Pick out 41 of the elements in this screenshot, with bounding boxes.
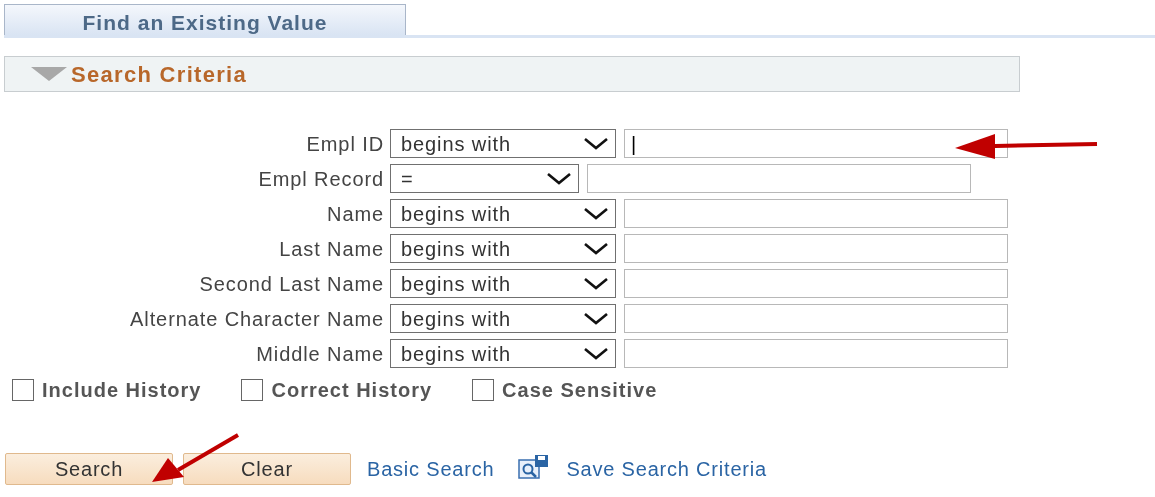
chevron-down-icon xyxy=(583,311,609,326)
chevron-down-icon xyxy=(583,241,609,256)
operator-dropdown[interactable]: begins with xyxy=(390,234,616,263)
checkbox[interactable] xyxy=(241,379,264,401)
chevron-down-icon xyxy=(583,206,609,221)
field-label: Alternate Character Name xyxy=(129,306,385,332)
text-input[interactable] xyxy=(624,304,1008,333)
field-label: Middle Name xyxy=(255,341,385,367)
operator-dropdown[interactable]: begins with xyxy=(390,129,616,158)
checkbox-label: Correct History xyxy=(271,378,433,403)
chevron-down-icon xyxy=(583,276,609,291)
chevron-down-icon xyxy=(583,136,609,151)
basic-search-link[interactable]: Basic Search xyxy=(367,454,495,484)
text-input[interactable]: | xyxy=(624,129,1008,158)
field-label: Last Name xyxy=(278,236,385,262)
operator-dropdown[interactable]: begins with xyxy=(390,304,616,333)
operator-dropdown[interactable]: begins with xyxy=(390,339,616,368)
text-input[interactable] xyxy=(624,269,1008,298)
chevron-down-icon xyxy=(546,171,572,186)
chevron-down-icon xyxy=(583,346,609,361)
section-title: Search Criteria xyxy=(71,60,248,89)
text-input[interactable] xyxy=(624,234,1008,263)
checkbox-label: Case Sensitive xyxy=(502,378,658,403)
operator-dropdown[interactable]: begins with xyxy=(390,269,616,298)
checkbox[interactable] xyxy=(472,379,495,401)
field-label: Empl ID xyxy=(305,131,385,157)
text-input[interactable] xyxy=(624,339,1008,368)
field-label: Second Last Name xyxy=(198,271,385,297)
operator-dropdown[interactable]: = xyxy=(390,164,579,193)
field-label: Empl Record xyxy=(257,166,385,192)
search-button[interactable]: Search xyxy=(5,453,173,485)
tab[interactable]: Find an Existing Value xyxy=(4,4,406,35)
clear-button[interactable]: Clear xyxy=(183,453,351,485)
text-input[interactable] xyxy=(624,199,1008,228)
text-input[interactable] xyxy=(587,164,971,193)
collapse-triangle-icon[interactable] xyxy=(31,67,67,81)
field-label: Name xyxy=(326,201,385,227)
checkbox[interactable] xyxy=(12,379,34,401)
operator-dropdown[interactable]: begins with xyxy=(390,199,616,228)
checkbox-label: Include History xyxy=(42,378,202,403)
save-search-criteria-link[interactable]: Save Search Criteria xyxy=(566,454,767,484)
